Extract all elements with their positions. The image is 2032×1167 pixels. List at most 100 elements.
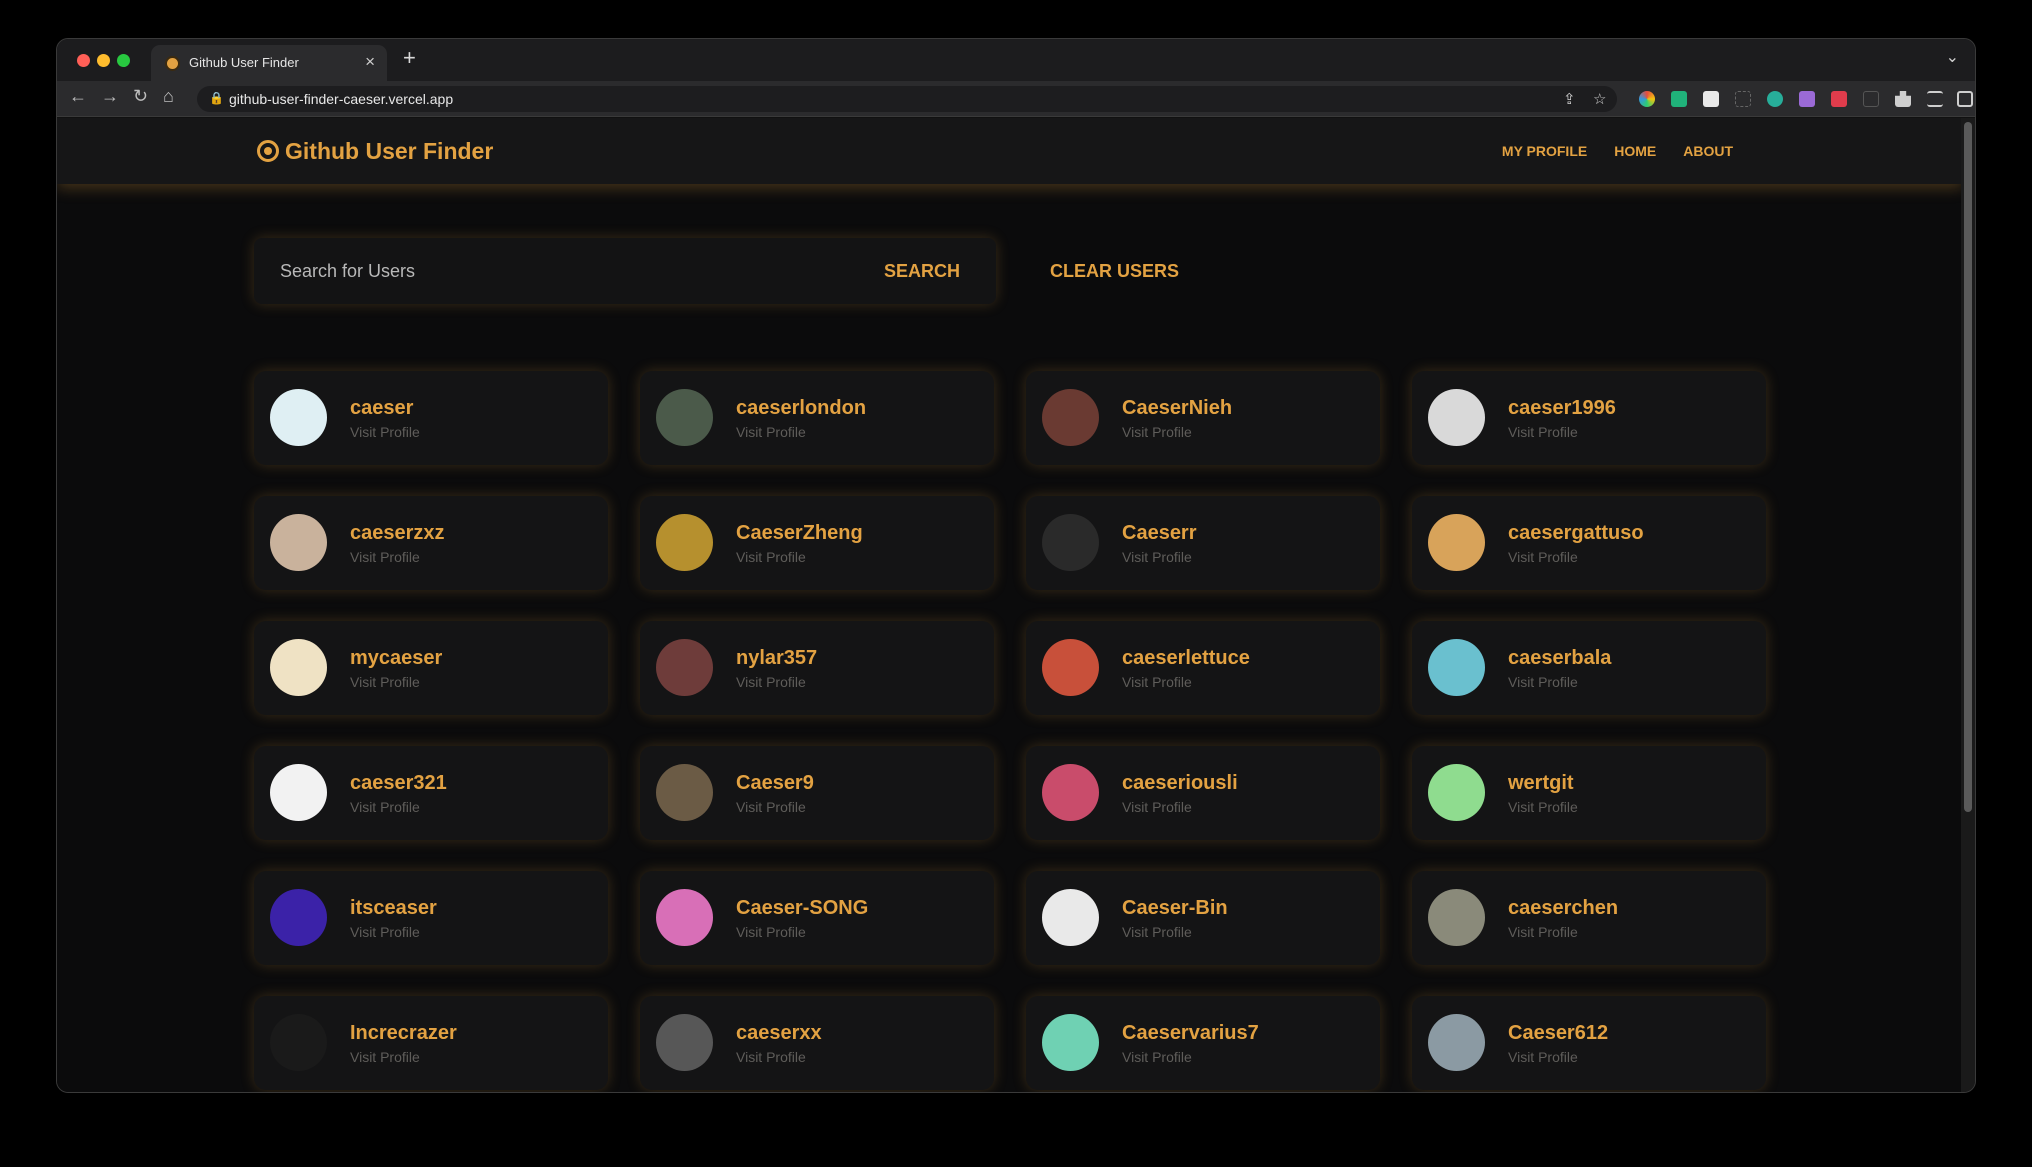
puzzle-extensions-icon[interactable]	[1895, 91, 1911, 107]
user-avatar	[270, 389, 327, 446]
scrollbar-thumb[interactable]	[1964, 122, 1972, 812]
visit-profile-link[interactable]: Visit Profile	[1122, 1049, 1192, 1065]
visit-profile-link[interactable]: Visit Profile	[350, 799, 420, 815]
user-card[interactable]: itsceaser Visit Profile	[254, 871, 608, 965]
bookmark-star-icon[interactable]: ☆	[1593, 90, 1606, 108]
page-scrollbar[interactable]	[1961, 118, 1975, 1092]
visit-profile-link[interactable]: Visit Profile	[1122, 424, 1192, 440]
user-card[interactable]: wertgit Visit Profile	[1412, 746, 1766, 840]
visit-profile-link[interactable]: Visit Profile	[1122, 924, 1192, 940]
forward-button[interactable]: →	[101, 86, 119, 107]
brand-title: Github User Finder	[285, 138, 494, 164]
user-avatar	[656, 514, 713, 571]
home-button[interactable]: ⌂	[163, 86, 174, 107]
user-login: caeser321	[350, 772, 447, 794]
nav-home-link[interactable]: HOME	[1614, 143, 1656, 159]
nav-links: MY PROFILE HOME ABOUT	[1502, 143, 1733, 159]
user-card[interactable]: caeser Visit Profile	[254, 371, 608, 465]
user-card[interactable]: caeseriousli Visit Profile	[1026, 746, 1380, 840]
user-card[interactable]: caesergattuso Visit Profile	[1412, 496, 1766, 590]
user-avatar	[1428, 639, 1485, 696]
visit-profile-link[interactable]: Visit Profile	[736, 674, 806, 690]
extension-icon[interactable]	[1831, 91, 1847, 107]
tab-close-icon[interactable]: ×	[365, 52, 375, 72]
screenshot-extension-icon[interactable]	[1735, 91, 1751, 107]
browser-toolbar: ← → ↻ ⌂ 🔒 github-user-finder-caeser.verc…	[57, 81, 1975, 117]
user-card[interactable]: CaeserZheng Visit Profile	[640, 496, 994, 590]
nav-my-profile-link[interactable]: MY PROFILE	[1502, 143, 1587, 159]
url-text[interactable]: github-user-finder-caeser.vercel.app	[229, 91, 453, 107]
user-avatar	[656, 639, 713, 696]
visit-profile-link[interactable]: Visit Profile	[1508, 799, 1578, 815]
visit-profile-link[interactable]: Visit Profile	[1508, 924, 1578, 940]
user-card[interactable]: caeserzxz Visit Profile	[254, 496, 608, 590]
user-card[interactable]: caeserlettuce Visit Profile	[1026, 621, 1380, 715]
extension-icon[interactable]	[1863, 91, 1879, 107]
user-card[interactable]: caeserchen Visit Profile	[1412, 871, 1766, 965]
user-card[interactable]: nylar357 Visit Profile	[640, 621, 994, 715]
extension-icon[interactable]	[1703, 91, 1719, 107]
user-card[interactable]: CaeserNieh Visit Profile	[1026, 371, 1380, 465]
reload-button[interactable]: ↻	[133, 86, 148, 107]
user-card[interactable]: mycaeser Visit Profile	[254, 621, 608, 715]
user-avatar	[1042, 389, 1099, 446]
visit-profile-link[interactable]: Visit Profile	[736, 799, 806, 815]
user-card[interactable]: Caeser-SONG Visit Profile	[640, 871, 994, 965]
address-bar[interactable]: 🔒 github-user-finder-caeser.vercel.app ⇪…	[197, 86, 1617, 112]
visit-profile-link[interactable]: Visit Profile	[1122, 674, 1192, 690]
user-card[interactable]: caeser1996 Visit Profile	[1412, 371, 1766, 465]
user-avatar	[1428, 764, 1485, 821]
visit-profile-link[interactable]: Visit Profile	[1508, 674, 1578, 690]
visit-profile-link[interactable]: Visit Profile	[736, 549, 806, 565]
share-icon[interactable]: ⇪	[1563, 90, 1576, 108]
user-avatar	[270, 889, 327, 946]
visit-profile-link[interactable]: Visit Profile	[736, 1049, 806, 1065]
app-brand[interactable]: Github User Finder	[257, 138, 493, 165]
user-card[interactable]: Caeserr Visit Profile	[1026, 496, 1380, 590]
visit-profile-link[interactable]: Visit Profile	[350, 924, 420, 940]
user-card[interactable]: Caeser9 Visit Profile	[640, 746, 994, 840]
reading-list-icon[interactable]	[1927, 91, 1943, 107]
color-extension-icon[interactable]	[1639, 91, 1655, 107]
user-card[interactable]: Caeser-Bin Visit Profile	[1026, 871, 1380, 965]
user-card[interactable]: caeser321 Visit Profile	[254, 746, 608, 840]
close-window-button[interactable]	[77, 54, 90, 67]
new-tab-button[interactable]: +	[403, 45, 416, 71]
user-login: CaeserNieh	[1122, 397, 1233, 419]
minimize-window-button[interactable]	[97, 54, 110, 67]
maximize-window-button[interactable]	[117, 54, 130, 67]
clear-users-button[interactable]: CLEAR USERS	[1050, 261, 1179, 282]
user-login: caeserxx	[736, 1022, 822, 1044]
browser-tab[interactable]: Github User Finder ×	[151, 45, 387, 81]
visit-profile-link[interactable]: Visit Profile	[736, 924, 806, 940]
extension-icon[interactable]	[1671, 91, 1687, 107]
search-form: SEARCH	[254, 238, 996, 304]
user-card[interactable]: Increcrazer Visit Profile	[254, 996, 608, 1090]
visit-profile-link[interactable]: Visit Profile	[350, 549, 420, 565]
user-card[interactable]: Caeser612 Visit Profile	[1412, 996, 1766, 1090]
visit-profile-link[interactable]: Visit Profile	[736, 424, 806, 440]
user-avatar	[1042, 1014, 1099, 1071]
visit-profile-link[interactable]: Visit Profile	[1122, 799, 1192, 815]
visit-profile-link[interactable]: Visit Profile	[350, 674, 420, 690]
tab-search-chevron-icon[interactable]: ⌄	[1946, 47, 1959, 67]
user-avatar	[656, 1014, 713, 1071]
back-button[interactable]: ←	[69, 86, 87, 107]
user-card[interactable]: caeserbala Visit Profile	[1412, 621, 1766, 715]
visit-profile-link[interactable]: Visit Profile	[350, 424, 420, 440]
user-card[interactable]: caeserlondon Visit Profile	[640, 371, 994, 465]
side-panel-icon[interactable]	[1957, 91, 1973, 107]
user-card[interactable]: caeserxx Visit Profile	[640, 996, 994, 1090]
nav-about-link[interactable]: ABOUT	[1683, 143, 1733, 159]
search-button[interactable]: SEARCH	[884, 261, 960, 282]
extension-icon[interactable]	[1799, 91, 1815, 107]
user-avatar	[656, 389, 713, 446]
user-card[interactable]: Caeservarius7 Visit Profile	[1026, 996, 1380, 1090]
visit-profile-link[interactable]: Visit Profile	[1508, 1049, 1578, 1065]
visit-profile-link[interactable]: Visit Profile	[1508, 424, 1578, 440]
visit-profile-link[interactable]: Visit Profile	[1122, 549, 1192, 565]
visit-profile-link[interactable]: Visit Profile	[350, 1049, 420, 1065]
visit-profile-link[interactable]: Visit Profile	[1508, 549, 1578, 565]
search-input[interactable]	[254, 238, 854, 304]
extension-icon[interactable]	[1767, 91, 1783, 107]
